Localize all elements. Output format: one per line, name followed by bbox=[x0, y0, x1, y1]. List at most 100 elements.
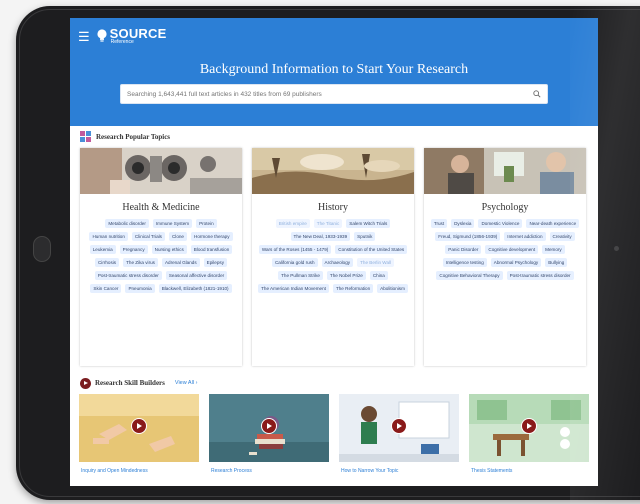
view-all-link[interactable]: View All › bbox=[175, 380, 198, 386]
topic-tag[interactable]: The Zika virus bbox=[123, 258, 158, 268]
skill-video-card[interactable]: Thesis Statements bbox=[469, 394, 589, 474]
skill-builder-videos: Inquiry and Open Mindedness Research Pro… bbox=[70, 394, 598, 474]
search-bar bbox=[120, 84, 548, 104]
topic-cards: Health & Medicine Metabolic disorder Imm… bbox=[70, 146, 598, 366]
card-title: Psychology bbox=[481, 202, 529, 213]
topic-tag[interactable]: Blackwell, Elizabeth (1821-1910) bbox=[158, 284, 232, 294]
topic-tag[interactable]: The Titanic bbox=[313, 219, 343, 229]
topic-tag[interactable]: Adrenal Glands bbox=[161, 258, 200, 268]
topic-tag[interactable]: The Pullman Strike bbox=[278, 271, 323, 281]
popular-topics-header: Research Popular Topics bbox=[70, 128, 598, 146]
skill-video-card[interactable]: Research Process bbox=[209, 394, 329, 474]
top-bar: ☰ SOURCE Reference bbox=[70, 18, 598, 54]
card-title: History bbox=[318, 202, 348, 213]
video-thumbnail[interactable] bbox=[469, 394, 589, 462]
topic-tag[interactable]: Metabolic disorder bbox=[105, 219, 149, 229]
hero-banner: Background Information to Start Your Res… bbox=[70, 54, 598, 126]
topic-tag[interactable]: Dyslexia bbox=[451, 219, 475, 229]
topic-tag[interactable]: Post-traumatic stress disorder bbox=[94, 271, 162, 281]
topic-tag[interactable]: Bullying bbox=[545, 258, 568, 268]
topic-tag[interactable]: Freud, Sigmund (1856-1939) bbox=[435, 232, 501, 242]
health-medicine-photo bbox=[80, 148, 242, 194]
menu-icon[interactable]: ☰ bbox=[78, 30, 90, 43]
topic-tag[interactable]: Creativity bbox=[549, 232, 575, 242]
topic-tag[interactable]: The American Indian Movement bbox=[258, 284, 329, 294]
card-title: Health & Medicine bbox=[122, 202, 200, 213]
topic-tag[interactable]: The Nobel Prize bbox=[326, 271, 366, 281]
video-thumbnail[interactable] bbox=[79, 394, 199, 462]
topic-tag[interactable]: Near-death experience bbox=[526, 219, 580, 229]
section-title: Research Popular Topics bbox=[96, 133, 171, 141]
play-icon[interactable] bbox=[521, 418, 537, 434]
topic-tag[interactable]: The Berlin Wall bbox=[357, 258, 395, 268]
topic-tag[interactable]: Archaeology bbox=[321, 258, 354, 268]
play-icon[interactable] bbox=[131, 418, 147, 434]
topic-tag[interactable]: Internet addiction bbox=[504, 232, 546, 242]
topic-tag[interactable]: Skin Cancer bbox=[90, 284, 122, 294]
topic-tag[interactable]: Hormone therapy bbox=[191, 232, 233, 242]
video-thumbnail[interactable] bbox=[209, 394, 329, 462]
play-circle-icon bbox=[80, 377, 91, 389]
topic-tag[interactable]: Post-traumatic stress disorder bbox=[506, 271, 574, 281]
device-stage: ☰ SOURCE Reference Background Informatio… bbox=[0, 0, 640, 504]
topic-tag[interactable]: Clinical Trials bbox=[131, 232, 165, 242]
topic-tag[interactable]: California gold rush bbox=[271, 258, 318, 268]
video-title[interactable]: Inquiry and Open Mindedness bbox=[79, 468, 199, 474]
topic-tag[interactable]: Cognitive Behavioral Therapy bbox=[436, 271, 503, 281]
topic-tag[interactable]: British empire bbox=[275, 219, 310, 229]
psychology-photo bbox=[424, 148, 586, 194]
topic-tag[interactable]: Trust bbox=[430, 219, 448, 229]
topic-tag[interactable]: Panic Disorder bbox=[445, 245, 482, 255]
video-title[interactable]: Thesis Statements bbox=[469, 468, 589, 474]
topic-card-psychology[interactable]: Psychology Trust Dyslexia Domestic Viole… bbox=[424, 148, 586, 366]
skill-video-card[interactable]: How to Narrow Your Topic bbox=[339, 394, 459, 474]
video-title[interactable]: How to Narrow Your Topic bbox=[339, 468, 459, 474]
logo-subtitle: Reference bbox=[110, 39, 134, 45]
section-title: Research Skill Builders bbox=[95, 379, 165, 387]
topic-tag[interactable]: Pneumonia bbox=[125, 284, 155, 294]
topic-tag[interactable]: Blood transfusion bbox=[190, 245, 233, 255]
topic-tag[interactable]: Cirrhosis bbox=[94, 258, 120, 268]
topic-tag[interactable]: Leukemia bbox=[89, 245, 116, 255]
play-icon[interactable] bbox=[391, 418, 407, 434]
topic-tag[interactable]: Seasonal affective disorder bbox=[165, 271, 228, 281]
topic-tag[interactable]: Abnormal Psychology bbox=[490, 258, 542, 268]
topic-tag[interactable]: Intelligence testing bbox=[442, 258, 487, 268]
topic-tag[interactable]: Domestic Violence bbox=[478, 219, 523, 229]
topic-tag[interactable]: Sputnik bbox=[354, 232, 376, 242]
topic-tag[interactable]: China bbox=[369, 271, 388, 281]
topic-tag[interactable]: The New Deal, 1933-1939 bbox=[290, 232, 351, 242]
topic-tag[interactable]: Cognitive development bbox=[485, 245, 539, 255]
tablet-home-button bbox=[33, 236, 51, 262]
page-title: Background Information to Start Your Res… bbox=[199, 62, 469, 77]
topic-card-history[interactable]: History British empire The Titanic Salem… bbox=[252, 148, 414, 366]
topic-tag[interactable]: Human nutrition bbox=[89, 232, 128, 242]
history-painting bbox=[252, 148, 414, 194]
topic-tag[interactable]: Constitution of the United States bbox=[335, 245, 408, 255]
topic-card-health-medicine[interactable]: Health & Medicine Metabolic disorder Imm… bbox=[80, 148, 242, 366]
tablet-camera bbox=[614, 246, 619, 251]
search-input[interactable] bbox=[127, 90, 533, 98]
tag-list: British empire The Titanic Salem Witch T… bbox=[252, 219, 414, 294]
video-thumbnail[interactable] bbox=[339, 394, 459, 462]
source-reference-logo[interactable]: SOURCE Reference bbox=[96, 27, 167, 45]
skill-builders-header: Research Skill Builders View All › bbox=[70, 372, 598, 394]
lightbulb-icon bbox=[97, 29, 107, 42]
topic-tag[interactable]: Memory bbox=[542, 245, 565, 255]
topic-tag[interactable]: Nursing ethics bbox=[151, 245, 187, 255]
topic-tag[interactable]: Wars of the Roses (1455 - 1479) bbox=[258, 245, 332, 255]
topic-tag[interactable]: Immune System bbox=[152, 219, 193, 229]
tag-list: Metabolic disorder Immune System Protein… bbox=[80, 219, 242, 294]
skill-video-card[interactable]: Inquiry and Open Mindedness bbox=[79, 394, 199, 474]
tag-list: Trust Dyslexia Domestic Violence Near-de… bbox=[424, 219, 586, 281]
topic-tag[interactable]: Clone bbox=[168, 232, 187, 242]
topic-tag[interactable]: Pregnancy bbox=[119, 245, 148, 255]
play-icon[interactable] bbox=[261, 418, 277, 434]
topic-tag[interactable]: Protein bbox=[196, 219, 217, 229]
video-title[interactable]: Research Process bbox=[209, 468, 329, 474]
topic-tag[interactable]: Epilepsy bbox=[203, 258, 228, 268]
search-icon[interactable] bbox=[533, 90, 541, 98]
topic-tag[interactable]: Abolitionism bbox=[377, 284, 408, 294]
topic-tag[interactable]: Salem Witch Trials bbox=[346, 219, 391, 229]
topic-tag[interactable]: The Reformation bbox=[332, 284, 374, 294]
